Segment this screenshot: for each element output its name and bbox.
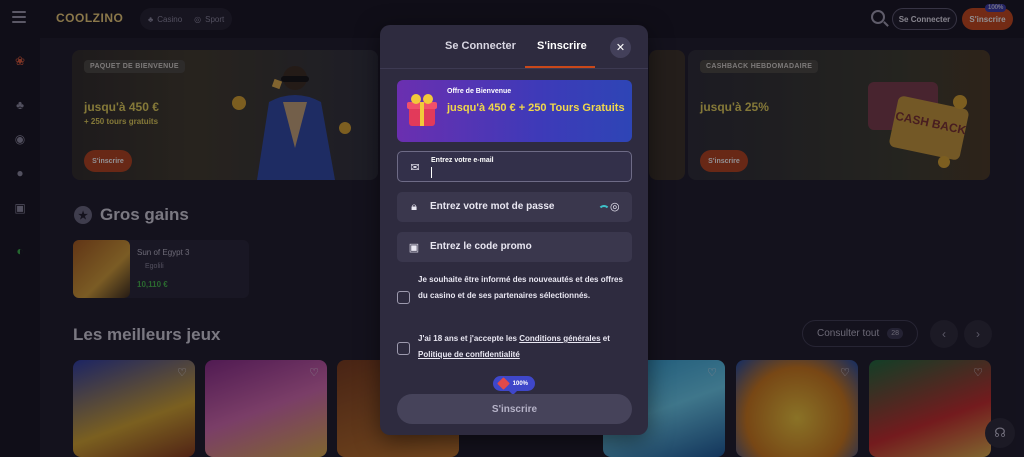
password-placeholder: Entrez votre mot de passe [430, 201, 555, 212]
email-field[interactable]: ✉ Entrez votre e-mail [397, 151, 632, 182]
bonus-badge: 100% [493, 376, 535, 395]
privacy-link[interactable]: Politique de confidentialité [418, 350, 520, 359]
submit-signup-button[interactable]: S'inscrire [397, 394, 632, 424]
terms-link[interactable]: Conditions générales [519, 334, 600, 343]
promo-code-field[interactable]: ▣ Entrez le code promo [397, 232, 632, 262]
welcome-offer-banner: Offre de Bienvenue jusqu'à 450 € + 250 T… [397, 80, 632, 142]
text-cursor [431, 167, 432, 178]
consent-terms-checkbox[interactable] [397, 342, 410, 355]
envelope-icon: ✉ [410, 161, 420, 174]
terms-mid: et [600, 334, 610, 343]
promo-placeholder: Entrez le code promo [430, 241, 532, 252]
loading-spinner-icon [598, 205, 610, 217]
terms-prefix: J'ai 18 ans et j'accepte les [418, 334, 520, 343]
modal-tabs: Se Connecter S'inscrire ✕ [380, 25, 648, 69]
password-field[interactable]: 🔒︎ Entrez votre mot de passe ◎ [397, 192, 632, 222]
offer-title: jusqu'à 450 € + 250 Tours Gratuits [447, 102, 625, 114]
lock-icon: 🔒︎ [411, 200, 417, 213]
close-icon: ✕ [615, 42, 626, 54]
active-tab-indicator [525, 66, 595, 68]
tab-signup[interactable]: S'inscrire [537, 40, 587, 52]
eye-off-icon[interactable]: ◎ [610, 200, 620, 213]
consent-news-checkbox[interactable] [397, 291, 410, 304]
offer-kicker: Offre de Bienvenue [447, 88, 512, 95]
consent-terms-text: J'ai 18 ans et j'accepte les Conditions … [418, 331, 633, 363]
gift-icon: ▣ [408, 241, 420, 254]
tab-login[interactable]: Se Connecter [445, 40, 516, 52]
signup-modal: Se Connecter S'inscrire ✕ Offre de Bienv… [380, 25, 648, 435]
gem-icon [497, 377, 510, 390]
consent-news-text: Je souhaite être informé des nouveautés … [418, 275, 623, 300]
close-button[interactable]: ✕ [610, 37, 631, 58]
bonus-badge-text: 100% [512, 380, 528, 387]
email-label: Entrez votre e-mail [431, 157, 494, 164]
gift-icon [407, 94, 437, 126]
